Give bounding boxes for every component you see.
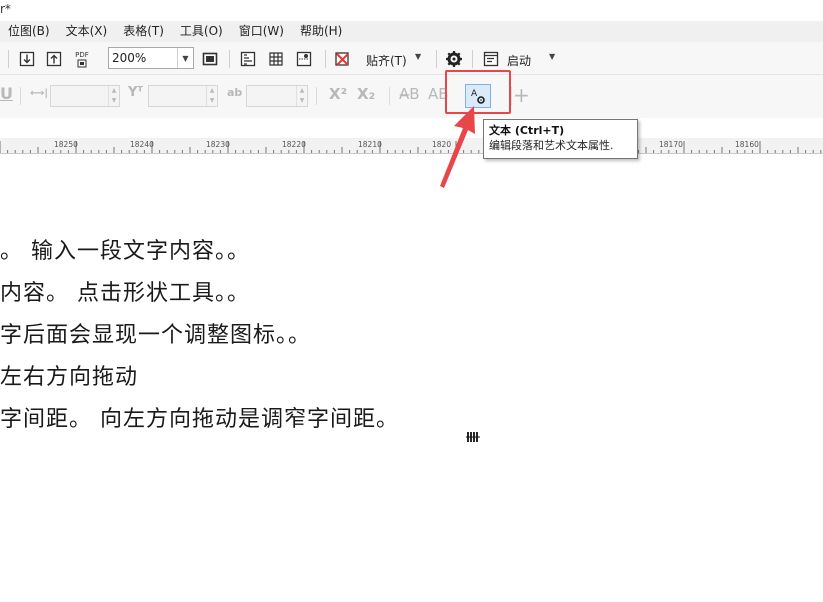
rulers-icon — [240, 51, 256, 67]
underline-icon[interactable]: U — [0, 84, 13, 103]
character-angle-input[interactable]: ▲ ▼ — [246, 85, 308, 107]
tooltip-title: 文本 (Ctrl+T) — [489, 124, 565, 137]
show-rulers-button[interactable] — [237, 48, 259, 70]
options-button[interactable] — [443, 48, 465, 70]
grid-icon — [269, 52, 283, 66]
ruler-label: 18170 — [659, 140, 683, 149]
vertical-shift-input[interactable]: ▲ ▼ — [148, 85, 218, 107]
ruler-label: 18210 — [358, 140, 382, 149]
menu-bar: 位图(B) 文本(X) 表格(T) 工具(O) 窗口(W) 帮助(H) — [0, 21, 823, 42]
window-title-fragment: r* — [0, 2, 11, 16]
property-separator — [389, 87, 390, 105]
launch-chevron-down-icon[interactable]: ▼ — [549, 52, 555, 61]
toolbar-separator — [8, 50, 9, 68]
paragraph-line[interactable]: 。 输入一段文字内容。。 — [0, 233, 250, 265]
menu-table[interactable]: 表格(T) — [115, 21, 172, 42]
paragraph-line[interactable]: 左右方向拖动 — [0, 359, 138, 391]
gear-icon — [446, 51, 462, 67]
toolbar-separator — [472, 50, 473, 68]
character-angle-icon: ab — [227, 86, 243, 99]
annotation-arrow — [440, 106, 475, 188]
zoom-chevron-down-icon[interactable]: ▼ — [177, 48, 193, 68]
add-icon[interactable]: + — [513, 83, 530, 107]
zoom-level-value[interactable]: 200% — [109, 51, 177, 65]
pdf-label: PDF — [75, 50, 89, 59]
ruler-label: 18160 — [735, 140, 759, 149]
horizontal-ruler[interactable]: 18250 18240 18230 18220 18210 1820 18170… — [0, 138, 823, 154]
menu-tools[interactable]: 工具(O) — [172, 21, 231, 42]
full-screen-preview-button[interactable] — [199, 48, 221, 70]
character-spacing-handle-icon[interactable] — [466, 430, 480, 444]
spin-arrows-icon[interactable]: ▲ ▼ — [108, 86, 119, 106]
application-launcher-icon — [483, 51, 499, 67]
import-button[interactable] — [16, 48, 38, 70]
export-icon — [46, 51, 62, 67]
spin-arrows-icon[interactable]: ▲ ▼ — [296, 86, 307, 106]
snap-chevron-down-icon[interactable]: ▼ — [415, 52, 421, 61]
ruler-ticks — [0, 141, 822, 153]
import-icon — [19, 51, 35, 67]
toolbar-separator — [436, 50, 437, 68]
snap-off-icon — [335, 52, 349, 66]
ruler-label: 18230 — [206, 140, 230, 149]
character-spacing-input[interactable]: ▲ ▼ — [50, 85, 120, 107]
toolbar-separator — [325, 50, 326, 68]
property-separator — [511, 87, 512, 105]
property-separator — [316, 87, 317, 105]
ruler-label: 18220 — [282, 140, 306, 149]
tooltip-description: 编辑段落和艺术文本属性. — [489, 139, 614, 152]
property-separator — [20, 87, 21, 105]
uppercase-icon[interactable]: A̶B — [399, 85, 420, 103]
tooltip: 文本 (Ctrl+T) 编辑段落和艺术文本属性. — [483, 119, 638, 159]
character-vertical-shift-icon: Yᵀ — [128, 85, 143, 100]
export-button[interactable] — [43, 48, 65, 70]
full-screen-icon — [202, 52, 218, 66]
spin-arrows-icon[interactable]: ▲ ▼ — [206, 86, 217, 106]
snap-to-dropdown[interactable]: 贴齐(T) — [366, 52, 407, 69]
toolbar-separator — [229, 50, 230, 68]
launch-icon-button[interactable] — [480, 48, 502, 70]
zoom-level-combo[interactable]: 200% ▼ — [108, 47, 194, 69]
paragraph-line[interactable]: 字后面会显现一个调整图标。。 — [0, 317, 311, 349]
snap-off-button[interactable] — [332, 48, 354, 70]
show-guidelines-button[interactable] — [293, 48, 315, 70]
menu-window[interactable]: 窗口(W) — [231, 21, 292, 42]
superscript-icon[interactable]: X² — [329, 85, 347, 103]
guidelines-icon — [296, 51, 312, 67]
publish-pdf-button[interactable]: PDF — [71, 48, 93, 70]
ruler-label: 18250 — [54, 140, 78, 149]
paragraph-line[interactable]: 字间距。 向左方向拖动是调窄字间距。 — [0, 401, 399, 433]
property-bar: U ⟷| Yᵀ ab X² X₂ A̶B AB + — [0, 75, 823, 118]
menu-bitmaps[interactable]: 位图(B) — [0, 21, 58, 42]
paragraph-line[interactable]: 内容。 点击形状工具。。 — [0, 275, 250, 307]
show-grid-button[interactable] — [265, 48, 287, 70]
menu-text[interactable]: 文本(X) — [58, 21, 116, 42]
subscript-icon[interactable]: X₂ — [357, 85, 375, 103]
svg-text:A: A — [471, 89, 478, 99]
character-spacing-icon: ⟷| — [30, 88, 48, 99]
pdf-icon — [77, 59, 87, 67]
ruler-label: 18240 — [130, 140, 154, 149]
menu-help[interactable]: 帮助(H) — [292, 21, 350, 42]
launch-label[interactable]: 启动 — [507, 52, 531, 69]
